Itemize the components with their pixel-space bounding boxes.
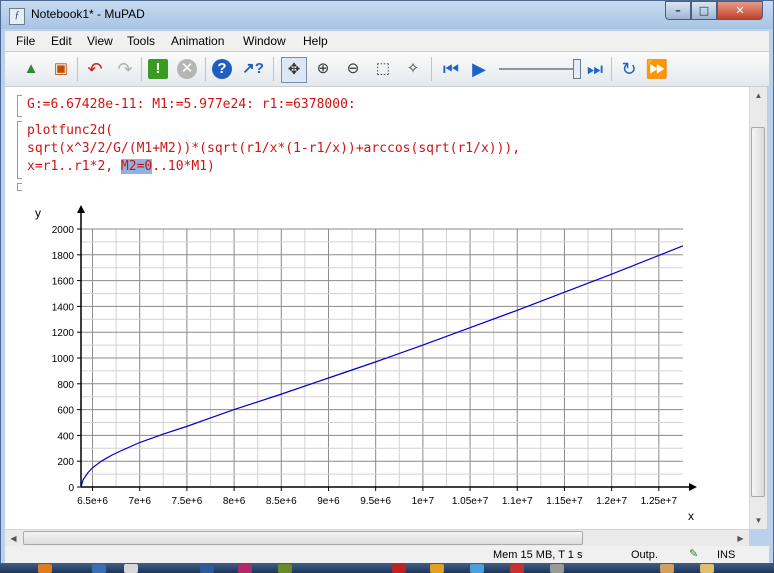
taskbar bbox=[0, 563, 774, 573]
animation-slider-track[interactable] bbox=[499, 68, 579, 70]
taskbar-app-icon[interactable] bbox=[124, 564, 138, 573]
x-tick-label: 9e+6 bbox=[317, 496, 340, 507]
zoom-out-icon[interactable]: ⊖ bbox=[341, 57, 365, 81]
zoom-in-icon[interactable]: ⊕ bbox=[311, 57, 335, 81]
plot-series bbox=[80, 245, 684, 488]
scroll-down-icon[interactable]: ▼ bbox=[750, 512, 767, 529]
animation-play-icon[interactable]: ▶ bbox=[467, 57, 491, 81]
vertical-scroll-thumb[interactable] bbox=[751, 127, 765, 497]
x-tick-label: 8.5e+6 bbox=[266, 496, 297, 507]
notebook-document[interactable]: G:=6.67428e-11: M1:=5.977e24: r1:=637800… bbox=[5, 87, 749, 529]
taskbar-app-icon[interactable] bbox=[38, 564, 52, 573]
menu-edit[interactable]: Edit bbox=[51, 34, 72, 48]
insert-mode-status: INS bbox=[717, 549, 736, 561]
menu-bar: File Edit View Tools Animation Window He… bbox=[5, 31, 769, 51]
y-axis-arrow bbox=[77, 205, 85, 213]
x-tick-label: 1.25e+7 bbox=[641, 496, 678, 507]
maximize-button[interactable]: □ bbox=[691, 1, 717, 20]
zoom-box-icon[interactable]: ⬚ bbox=[371, 57, 395, 81]
animation-end-icon[interactable]: ⏭ bbox=[583, 57, 607, 81]
memory-status: Mem 15 MB, T 1 s bbox=[493, 549, 583, 561]
y-tick-label: 400 bbox=[57, 431, 74, 442]
taskbar-app-icon[interactable] bbox=[238, 564, 252, 573]
x-tick-label: 1.15e+7 bbox=[546, 496, 583, 507]
y-tick-label: 1600 bbox=[52, 277, 75, 288]
menu-file[interactable]: File bbox=[16, 34, 35, 48]
mode-status: Outp. bbox=[631, 549, 658, 561]
y-axis: 0 200 400 600 800 1000 1200 1400 1600 1800 2000 bbox=[52, 205, 85, 494]
x-tick-label: 1.1e+7 bbox=[502, 496, 533, 507]
redo-icon[interactable]: ↷ bbox=[113, 57, 137, 81]
toolbar: ▲ ▣ ↶ ↷ ! ✕ ? ↗? ✥ ⊕ ⊖ ⬚ ✧ ⏮ ▶ ⏭ ↻ ⏩ bbox=[5, 52, 769, 87]
taskbar-app-icon[interactable] bbox=[200, 564, 214, 573]
plot-output[interactable]: 6.5e+6 7e+6 7.5e+6 8e+6 8.5e+6 9e+6 9.5e+6 1e+7… bbox=[5, 87, 749, 529]
x-tick-label: 1.05e+7 bbox=[452, 496, 489, 507]
save-icon[interactable]: ▣ bbox=[49, 57, 73, 81]
pan-icon[interactable]: ✥ bbox=[281, 57, 307, 83]
vertical-scrollbar[interactable]: ▲ ▼ bbox=[749, 87, 767, 529]
x-tick-label: 7e+6 bbox=[128, 496, 151, 507]
animation-loop-icon[interactable]: ↻ bbox=[617, 57, 641, 81]
taskbar-app-icon[interactable] bbox=[278, 564, 292, 573]
minimize-button[interactable]: – bbox=[665, 1, 691, 20]
scroll-up-icon[interactable]: ▲ bbox=[750, 87, 767, 104]
plot-grid bbox=[81, 228, 683, 487]
x-axis-label: x bbox=[688, 509, 694, 523]
y-tick-label: 1800 bbox=[52, 251, 75, 262]
series-line bbox=[80, 245, 684, 488]
y-tick-label: 800 bbox=[57, 380, 74, 391]
mupad-window: ƒ Notebook1* - MuPAD – □ ✕ File Edit Vie… bbox=[0, 0, 774, 573]
animation-slider-thumb[interactable] bbox=[573, 59, 581, 79]
x-tick-label: 1e+7 bbox=[412, 496, 435, 507]
window-title: Notebook1* - MuPAD bbox=[31, 7, 145, 21]
scroll-left-icon[interactable]: ◀ bbox=[5, 530, 22, 547]
horizontal-scrollbar[interactable]: ◀ ▶ bbox=[5, 529, 749, 547]
edit-pencil-icon: ✎ bbox=[689, 548, 699, 560]
y-tick-label: 0 bbox=[68, 483, 74, 494]
y-tick-label: 1200 bbox=[52, 328, 75, 339]
rotate-icon[interactable]: ✧ bbox=[401, 57, 425, 81]
scroll-right-icon[interactable]: ▶ bbox=[732, 530, 749, 547]
x-axis-arrow bbox=[689, 483, 697, 491]
taskbar-app-icon[interactable] bbox=[470, 564, 484, 573]
x-tick-label: 8e+6 bbox=[223, 496, 246, 507]
menu-animation[interactable]: Animation bbox=[171, 34, 224, 48]
taskbar-app-icon[interactable] bbox=[430, 564, 444, 573]
taskbar-app-icon[interactable] bbox=[92, 564, 106, 573]
x-axis: 6.5e+6 7e+6 7.5e+6 8e+6 8.5e+6 9e+6 9.5e+6 1e+7… bbox=[77, 483, 697, 507]
menu-help[interactable]: Help bbox=[303, 34, 328, 48]
taskbar-app-icon[interactable] bbox=[660, 564, 674, 573]
y-tick-label: 1000 bbox=[52, 354, 75, 365]
new-notebook-icon[interactable]: ▲ bbox=[19, 57, 43, 81]
taskbar-app-icon[interactable] bbox=[700, 564, 714, 573]
undo-icon[interactable]: ↶ bbox=[83, 57, 107, 81]
taskbar-app-icon[interactable] bbox=[550, 564, 564, 573]
context-help-icon[interactable]: ↗? bbox=[241, 57, 265, 81]
y-axis-label: y bbox=[35, 206, 41, 220]
taskbar-app-icon[interactable] bbox=[392, 564, 406, 573]
y-tick-label: 1400 bbox=[52, 302, 75, 313]
y-tick-label: 2000 bbox=[52, 225, 75, 236]
help-icon[interactable]: ? bbox=[212, 59, 232, 79]
x-tick-label: 7.5e+6 bbox=[171, 496, 202, 507]
stop-icon[interactable]: ✕ bbox=[177, 59, 197, 79]
y-tick-label: 200 bbox=[57, 457, 74, 468]
menu-window[interactable]: Window bbox=[243, 34, 286, 48]
y-tick-label: 600 bbox=[57, 406, 74, 417]
horizontal-scroll-thumb[interactable] bbox=[23, 531, 583, 545]
taskbar-app-icon[interactable] bbox=[510, 564, 524, 573]
mupad-app-icon: ƒ bbox=[9, 8, 25, 25]
x-tick-label: 9.5e+6 bbox=[360, 496, 391, 507]
x-tick-label: 1.2e+7 bbox=[596, 496, 627, 507]
evaluate-icon[interactable]: ! bbox=[148, 59, 168, 79]
menu-tools[interactable]: Tools bbox=[127, 34, 155, 48]
menu-view[interactable]: View bbox=[87, 34, 113, 48]
x-tick-label: 6.5e+6 bbox=[77, 496, 108, 507]
close-button[interactable]: ✕ bbox=[717, 1, 763, 20]
animation-start-icon[interactable]: ⏮ bbox=[439, 57, 463, 81]
title-bar[interactable]: ƒ Notebook1* - MuPAD – □ ✕ bbox=[1, 1, 773, 29]
animation-fast-icon[interactable]: ⏩ bbox=[645, 57, 669, 81]
status-bar: Mem 15 MB, T 1 s Outp. ✎ INS bbox=[5, 546, 769, 564]
